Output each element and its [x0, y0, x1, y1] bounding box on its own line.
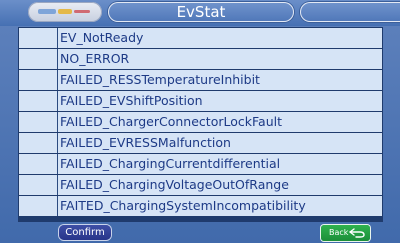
- list-item[interactable]: EV_NotReady: [19, 28, 382, 48]
- list-item[interactable]: FAILED_ChargerConnectorLockFault: [19, 112, 382, 132]
- confirm-button[interactable]: Confirm: [59, 225, 111, 240]
- list-item-label: FAILED_ChargerConnectorLockFault: [60, 114, 282, 129]
- brand-logo-mark: [38, 8, 92, 16]
- back-button[interactable]: Back: [321, 225, 370, 241]
- list-item[interactable]: FAILED_RESSTemperatureInhibit: [19, 70, 382, 90]
- row-index-cell: [19, 154, 58, 174]
- row-index-cell: [19, 112, 58, 132]
- header-right-tab[interactable]: [300, 2, 400, 22]
- evstat-screen: EvStat EV_NotReady NO_ERROR FAILED_RESST…: [0, 0, 400, 243]
- row-index-cell: [19, 70, 58, 90]
- list-item-label: FAILED_ChargingCurrentdifferential: [60, 156, 281, 171]
- list-item-label: FAILED_EVShiftPosition: [60, 93, 203, 108]
- list-item-label: FAITED_ChargingSystemIncompatibility: [60, 198, 306, 213]
- row-index-cell: [19, 196, 58, 216]
- list-item[interactable]: FAILED_EVRESSMalfunction: [19, 133, 382, 153]
- list-item-label: FAILED_RESSTemperatureInhibit: [60, 72, 260, 87]
- list-item[interactable]: FAILED_ChargingVoltageOutOfRange: [19, 175, 382, 195]
- list-item-label: FAILED_ChargingVoltageOutOfRange: [60, 177, 289, 192]
- list-item-label: FAILED_EVRESSMalfunction: [60, 135, 231, 150]
- row-index-cell: [19, 175, 58, 195]
- list-item[interactable]: FAITED_ChargingSystemIncompatibility: [19, 196, 382, 216]
- row-index-cell: [19, 28, 58, 48]
- list-item[interactable]: NO_ERROR: [19, 49, 382, 69]
- list-item-label: EV_NotReady: [60, 30, 144, 45]
- page-title: EvStat: [108, 2, 294, 22]
- list-item[interactable]: FAILED_EVShiftPosition: [19, 91, 382, 111]
- row-index-cell: [19, 91, 58, 111]
- row-index-cell: [19, 133, 58, 153]
- back-button-label: Back: [329, 228, 349, 237]
- list-item-label: NO_ERROR: [60, 51, 130, 66]
- list-item[interactable]: FAILED_ChargingCurrentdifferential: [19, 154, 382, 174]
- header-bar: EvStat: [0, 0, 400, 26]
- status-list: EV_NotReady NO_ERROR FAILED_RESSTemperat…: [19, 28, 382, 217]
- brand-logo: [28, 2, 102, 22]
- row-index-cell: [19, 49, 58, 69]
- return-arrow-icon: [349, 228, 365, 238]
